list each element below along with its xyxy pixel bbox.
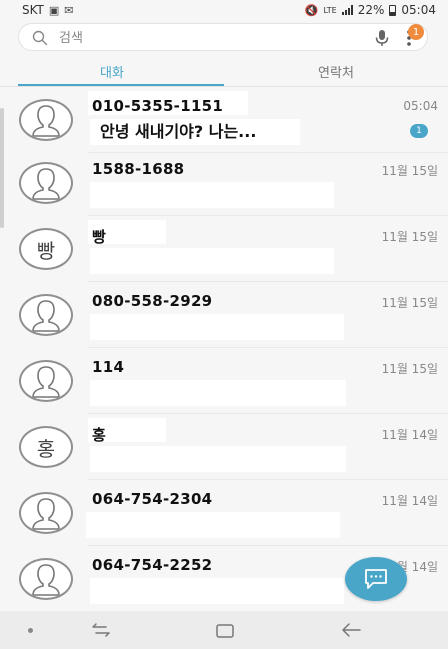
tab-contacts[interactable]: 연락처 — [224, 56, 448, 86]
notification-icon: ✉ — [64, 3, 74, 17]
search-bar[interactable] — [18, 23, 428, 51]
preview-background — [86, 512, 340, 538]
tab-conversations[interactable]: 대화 — [0, 56, 224, 86]
recent-apps-icon[interactable] — [90, 621, 112, 639]
avatar-initial: 홍 — [36, 436, 56, 461]
avatar: 빵 — [19, 228, 73, 270]
person-icon — [32, 300, 60, 332]
avatar — [19, 360, 73, 402]
person-icon — [32, 366, 60, 398]
avatar — [19, 162, 73, 204]
home-icon[interactable] — [215, 623, 235, 639]
conversation-row[interactable]: 1588-1688 11월 15일 — [10, 150, 448, 216]
messages-screen: SKT ▣ ✉ 🔇 LTE 22% 05:04 1 — [0, 0, 448, 649]
message-time: 11월 15일 — [381, 296, 438, 310]
avatar — [19, 558, 73, 600]
message-time: 11월 14일 — [381, 428, 438, 442]
contact-name: 010-5355-1151 — [92, 97, 224, 115]
message-preview: 안녕 새내기야? 나는... — [100, 122, 257, 141]
person-icon — [32, 105, 60, 137]
network-label: LTE — [323, 5, 337, 15]
search-input[interactable] — [59, 28, 359, 48]
message-time: 11월 14일 — [381, 494, 438, 508]
contact-name: 064-754-2304 — [92, 490, 213, 508]
message-time: 11월 15일 — [381, 362, 438, 376]
back-icon[interactable] — [340, 621, 362, 639]
avatar — [19, 492, 73, 534]
search-icon — [32, 30, 48, 46]
conversation-row[interactable]: 080-558-2929 11월 15일 — [10, 282, 448, 348]
avatar-initial: 빵 — [36, 238, 56, 263]
scroll-edge-indicator — [0, 108, 4, 228]
clock: 05:04 — [401, 3, 436, 17]
nav-indicator-dot — [28, 628, 33, 633]
preview-background — [90, 248, 334, 274]
contact-name: 빵 — [92, 228, 107, 246]
battery-icon — [389, 4, 397, 16]
compose-message-icon — [365, 569, 387, 589]
conversation-row[interactable]: 064-754-2304 11월 14일 — [10, 480, 448, 546]
navigation-bar — [0, 611, 448, 649]
status-bar-left: SKT ▣ ✉ — [22, 3, 74, 17]
preview-background — [90, 446, 346, 472]
contact-name: 064-754-2252 — [92, 556, 213, 574]
compose-message-button[interactable] — [345, 557, 407, 601]
message-time: 05:04 — [403, 99, 438, 113]
message-time: 11월 15일 — [381, 230, 438, 244]
unread-badge: 1 — [410, 124, 428, 138]
contact-name: 홍 — [92, 426, 107, 444]
person-icon — [32, 168, 60, 200]
tab-bar: 대화 연락처 — [0, 56, 448, 86]
person-icon — [32, 564, 60, 596]
status-bar: SKT ▣ ✉ 🔇 LTE 22% 05:04 — [0, 0, 448, 20]
conversation-row[interactable]: 114 11월 15일 — [10, 348, 448, 414]
message-time: 11월 15일 — [381, 164, 438, 178]
carrier-label: SKT — [22, 3, 44, 17]
status-bar-right: 🔇 LTE 22% 05:04 — [305, 3, 436, 17]
contact-name: 114 — [92, 358, 125, 376]
contact-name: 1588-1688 — [92, 160, 185, 178]
gallery-icon: ▣ — [48, 3, 60, 17]
preview-background — [90, 182, 334, 208]
conversation-row[interactable]: 홍 홍 11월 14일 — [10, 414, 448, 480]
signal-icon — [341, 5, 353, 15]
avatar — [19, 294, 73, 336]
avatar: 홍 — [19, 426, 73, 468]
more-options-badge: 1 — [408, 24, 424, 40]
preview-background — [90, 578, 344, 604]
preview-background — [90, 314, 344, 340]
conversation-row[interactable]: 빵 빵 11월 15일 — [10, 216, 448, 282]
person-icon — [32, 498, 60, 530]
microphone-icon[interactable] — [373, 28, 391, 48]
preview-background — [90, 380, 346, 406]
contact-name: 080-558-2929 — [92, 292, 213, 310]
mute-icon: 🔇 — [304, 3, 319, 17]
conversation-row[interactable]: 010-5355-1151 05:04 안녕 새내기야? 나는... 1 — [10, 87, 448, 153]
avatar — [19, 99, 73, 141]
battery-percent: 22% — [357, 3, 385, 17]
